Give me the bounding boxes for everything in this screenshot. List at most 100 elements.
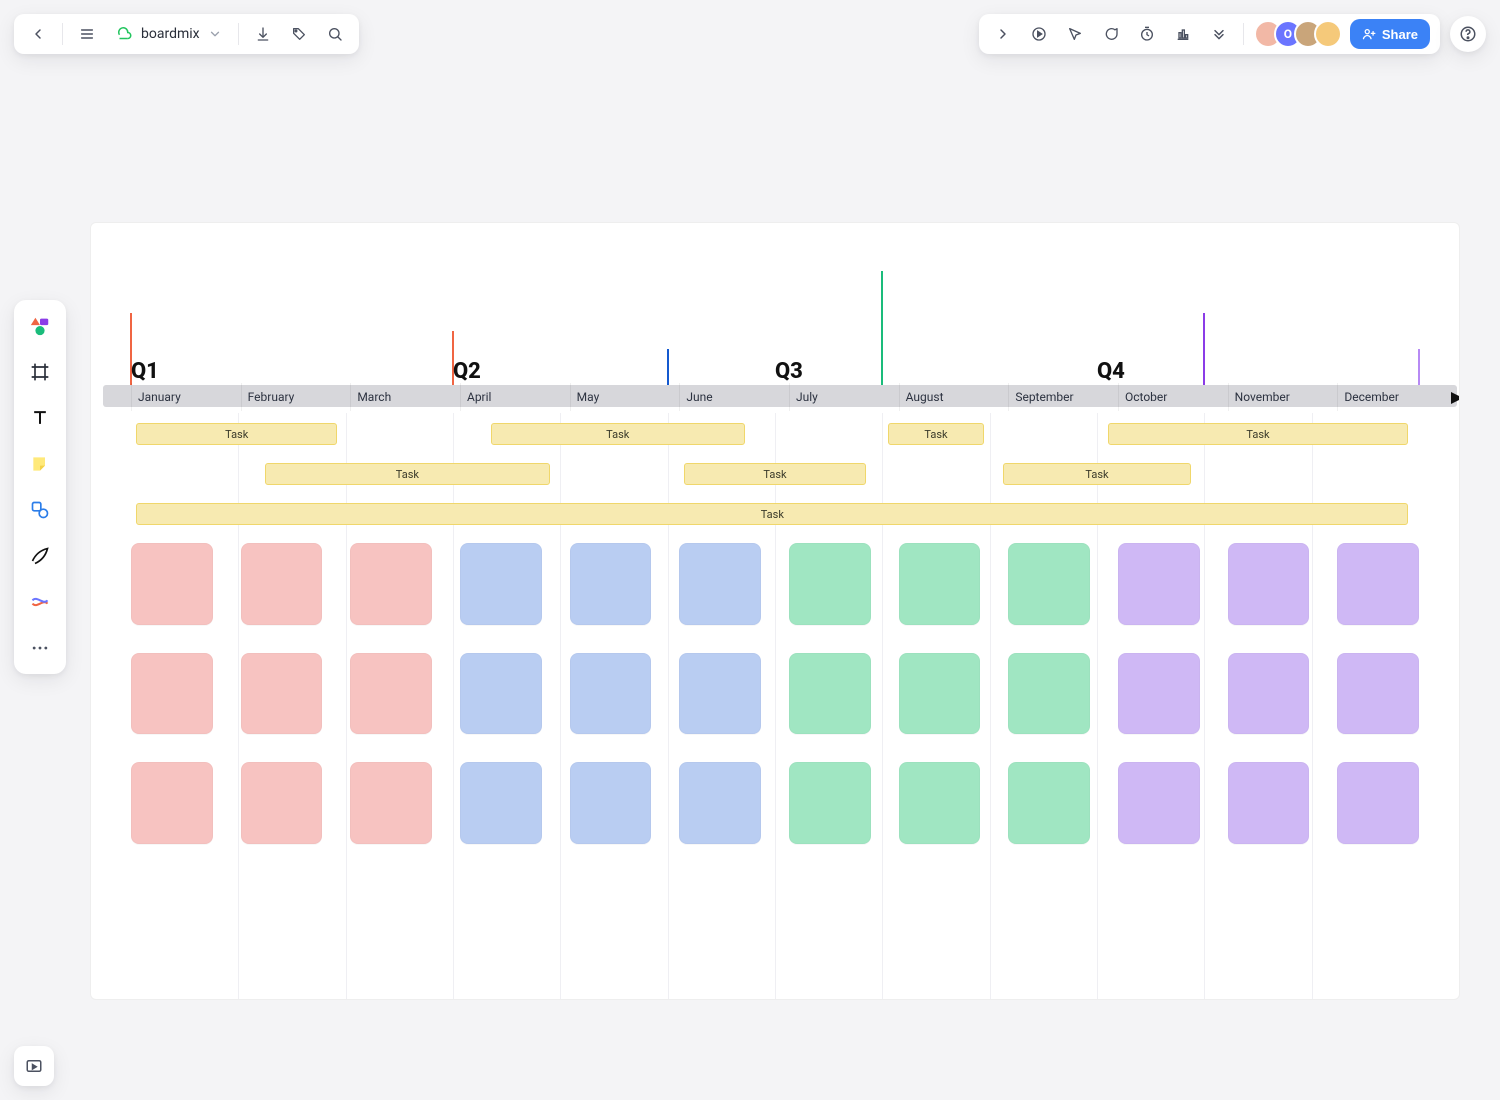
cursor-icon <box>1067 26 1083 42</box>
back-button[interactable] <box>24 20 52 48</box>
vote-button[interactable] <box>1169 20 1197 48</box>
sticky-card[interactable] <box>1008 543 1090 625</box>
share-button[interactable]: Share <box>1350 19 1430 49</box>
chevron-down-icon <box>208 27 222 41</box>
menu-button[interactable] <box>73 20 101 48</box>
task-bar[interactable]: Task <box>684 463 866 485</box>
search-button[interactable] <box>321 20 349 48</box>
task-bar[interactable]: Task <box>136 423 337 445</box>
sticky-card[interactable] <box>350 653 432 735</box>
sticky-card[interactable] <box>1228 543 1310 625</box>
top-right-cluster: O Share <box>979 14 1486 54</box>
sticky-card[interactable] <box>899 653 981 735</box>
chevrons-down-icon <box>1211 26 1227 42</box>
month-label: January <box>131 383 241 411</box>
connector-icon <box>30 592 50 612</box>
sticky-card[interactable] <box>789 762 871 844</box>
quarter-label: Q4 <box>1097 359 1419 384</box>
connector-tool[interactable] <box>22 584 58 620</box>
milestone-label: Milestone <box>674 327 727 341</box>
sticky-card[interactable] <box>1118 543 1200 625</box>
month-label: March <box>350 383 460 411</box>
sticky-card[interactable] <box>1118 653 1200 735</box>
download-button[interactable] <box>249 20 277 48</box>
search-icon <box>327 26 343 42</box>
sticky-card[interactable] <box>1228 653 1310 735</box>
sticky-card[interactable] <box>460 653 542 735</box>
more-icon <box>30 638 50 658</box>
milestone-label: Milestone <box>137 291 190 305</box>
text-tool[interactable] <box>22 400 58 436</box>
month-label: July <box>789 383 899 411</box>
avatar[interactable] <box>1314 20 1342 48</box>
sticky-card[interactable] <box>1118 762 1200 844</box>
month-label: September <box>1008 383 1118 411</box>
sticky-card[interactable] <box>1228 762 1310 844</box>
share-label: Share <box>1382 27 1418 42</box>
comment-button[interactable] <box>1097 20 1125 48</box>
board-canvas[interactable]: MilestoneMilestoneMilestoneMilestoneMile… <box>90 222 1460 1000</box>
task-bar[interactable]: Task <box>1003 463 1192 485</box>
shape-tool[interactable] <box>22 492 58 528</box>
sticky-card[interactable] <box>131 543 213 625</box>
minimap-button[interactable] <box>14 1046 54 1086</box>
sticky-card[interactable] <box>789 543 871 625</box>
templates-tool[interactable] <box>22 308 58 344</box>
sticky-card[interactable] <box>789 653 871 735</box>
sticky-card[interactable] <box>899 762 981 844</box>
top-right-toolbar: O Share <box>979 14 1440 54</box>
sticky-card[interactable] <box>570 653 652 735</box>
sticky-card[interactable] <box>131 762 213 844</box>
sticky-card[interactable] <box>570 762 652 844</box>
sticky-card[interactable] <box>241 762 323 844</box>
expand-button[interactable] <box>989 20 1017 48</box>
sticky-card[interactable] <box>1337 653 1419 735</box>
sticky-card[interactable] <box>1008 762 1090 844</box>
timer-button[interactable] <box>1133 20 1161 48</box>
sticky-card[interactable] <box>131 653 213 735</box>
milestone-label: Milestone <box>888 249 941 263</box>
help-button[interactable] <box>1450 16 1486 52</box>
sticky-card[interactable] <box>1337 762 1419 844</box>
more-tools-button[interactable] <box>1205 20 1233 48</box>
sticky-card[interactable] <box>679 653 761 735</box>
quarter-label: Q1 <box>131 359 453 384</box>
tag-button[interactable] <box>285 20 313 48</box>
collaborator-avatars[interactable]: O <box>1254 20 1342 48</box>
text-icon <box>30 408 50 428</box>
sticky-card[interactable] <box>241 653 323 735</box>
task-bar[interactable]: Task <box>136 503 1408 525</box>
sticky-card[interactable] <box>679 762 761 844</box>
month-label: November <box>1228 383 1338 411</box>
task-bar[interactable]: Task <box>491 423 745 445</box>
task-bar[interactable]: Task <box>265 463 549 485</box>
pen-tool[interactable] <box>22 538 58 574</box>
sticky-card[interactable] <box>1337 543 1419 625</box>
board-title-dropdown[interactable]: boardmix <box>109 25 228 43</box>
timeline-axis: JanuaryFebruaryMarchAprilMayJuneJulyAugu… <box>131 383 1447 413</box>
month-label: April <box>460 383 570 411</box>
download-icon <box>255 26 271 42</box>
user-plus-icon <box>1362 27 1376 41</box>
task-bar[interactable]: Task <box>888 423 985 445</box>
sticky-card[interactable] <box>679 543 761 625</box>
divider <box>1243 23 1244 45</box>
sticky-card[interactable] <box>460 543 542 625</box>
more-tool[interactable] <box>22 630 58 666</box>
present-button[interactable] <box>1025 20 1053 48</box>
month-label: May <box>570 383 680 411</box>
cursor-button[interactable] <box>1061 20 1089 48</box>
task-bar[interactable]: Task <box>1108 423 1409 445</box>
sticky-card[interactable] <box>570 543 652 625</box>
sticky-card[interactable] <box>1008 653 1090 735</box>
sticky-card[interactable] <box>350 543 432 625</box>
frame-tool[interactable] <box>22 354 58 390</box>
shape-icon <box>30 500 50 520</box>
sticky-card[interactable] <box>460 762 542 844</box>
cards-grid <box>131 543 1419 844</box>
sticky-card[interactable] <box>899 543 981 625</box>
sticky-card[interactable] <box>241 543 323 625</box>
help-icon <box>1459 25 1477 43</box>
sticky-card[interactable] <box>350 762 432 844</box>
sticky-tool[interactable] <box>22 446 58 482</box>
